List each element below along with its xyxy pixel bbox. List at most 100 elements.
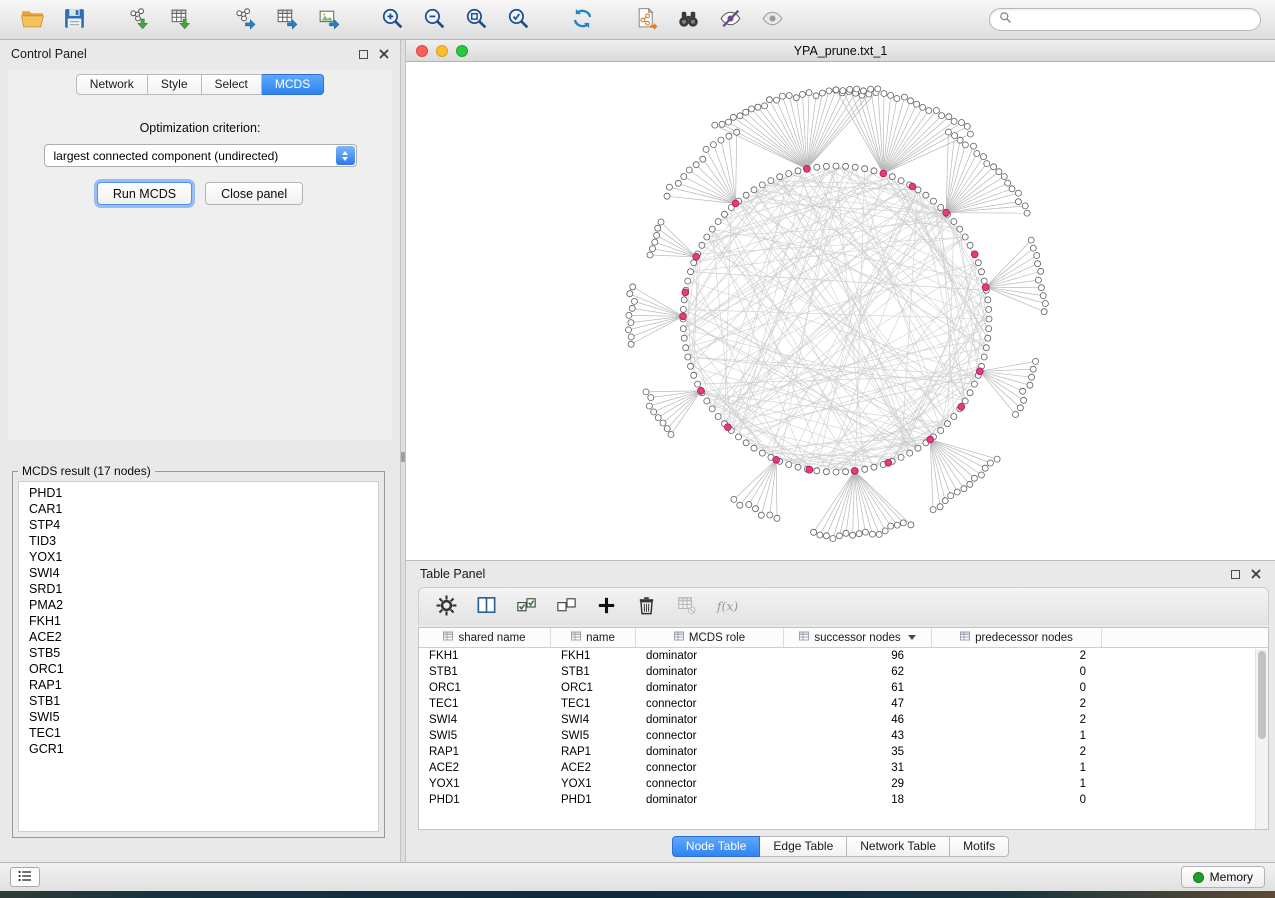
close-table-panel-icon[interactable] [1251, 569, 1261, 579]
mcds-result-item[interactable]: STB1 [19, 693, 378, 709]
table-cell: 2 [932, 650, 1102, 662]
tab-network[interactable]: Network [76, 74, 148, 95]
table-row[interactable]: YOX1YOX1connector291 [419, 776, 1268, 792]
mcds-result-item[interactable]: SWI4 [19, 565, 378, 581]
mcds-result-item[interactable]: RAP1 [19, 677, 378, 693]
table-row[interactable]: PHD1PHD1dominator180 [419, 792, 1268, 808]
table-row[interactable]: RAP1RAP1dominator352 [419, 744, 1268, 760]
table-scrollbar[interactable] [1255, 649, 1268, 829]
zoom-in-button[interactable] [374, 4, 410, 36]
window-close-button[interactable] [416, 45, 428, 57]
search-input[interactable] [1017, 12, 1251, 28]
mcds-result-item[interactable]: GCR1 [19, 741, 378, 757]
mcds-result-item[interactable]: SRD1 [19, 581, 378, 597]
settings-button[interactable] [431, 592, 461, 622]
export-table-button[interactable] [268, 4, 304, 36]
mcds-result-item[interactable]: FKH1 [19, 613, 378, 629]
tab-select[interactable]: Select [202, 74, 262, 95]
tab-motifs[interactable]: Motifs [950, 836, 1009, 857]
eye-button[interactable] [754, 4, 790, 36]
table-row[interactable]: FKH1FKH1dominator962 [419, 648, 1268, 664]
mcds-result-item[interactable]: TID3 [19, 533, 378, 549]
column-header-MCDS-role[interactable]: MCDS role [636, 628, 784, 647]
window-traffic-lights [416, 45, 468, 57]
tab-network-table[interactable]: Network Table [847, 836, 950, 857]
refresh-button[interactable] [564, 4, 600, 36]
zoom-fit-button[interactable] [458, 4, 494, 36]
splitter-handle-icon[interactable] [401, 452, 405, 462]
table-cell: 18 [784, 794, 932, 806]
mcds-result-item[interactable]: ACE2 [19, 629, 378, 645]
import-table-button[interactable] [162, 4, 198, 36]
table-cell: 0 [932, 794, 1102, 806]
mcds-result-item[interactable]: STP4 [19, 517, 378, 533]
import-network-button[interactable] [120, 4, 156, 36]
table-cell: SWI4 [419, 714, 551, 726]
table-row[interactable]: ACE2ACE2connector311 [419, 760, 1268, 776]
optimization-criterion-select[interactable]: largest connected component (undirected) [44, 144, 357, 167]
mcds-result-item[interactable]: PHD1 [19, 485, 378, 501]
close-panel-button[interactable]: Close panel [205, 182, 303, 205]
import-disabled-button[interactable] [671, 592, 701, 622]
mcds-result-item[interactable]: CAR1 [19, 501, 378, 517]
column-header-successor-nodes[interactable]: successor nodes [784, 628, 932, 647]
svg-text:f(x): f(x) [715, 598, 737, 613]
tab-node-table[interactable]: Node Table [672, 836, 761, 857]
window-minimize-button[interactable] [436, 45, 448, 57]
tab-style[interactable]: Style [148, 74, 202, 95]
table-cell: 43 [784, 730, 932, 742]
mcds-result-item[interactable]: PMA2 [19, 597, 378, 613]
float-table-panel-icon[interactable] [1231, 570, 1240, 579]
mcds-result-item[interactable]: YOX1 [19, 549, 378, 565]
clone-network-button[interactable] [628, 4, 664, 36]
open-folder-button[interactable] [14, 4, 50, 36]
select-all-button[interactable] [511, 592, 541, 622]
mcds-result-group: MCDS result (17 nodes) PHD1CAR1STP4TID3Y… [12, 464, 385, 838]
table-row[interactable]: SWI5SWI5connector431 [419, 728, 1268, 744]
network-window-titlebar[interactable]: YPA_prune.txt_1 [406, 40, 1275, 62]
import-disabled-icon [675, 594, 698, 620]
import-network-icon [126, 6, 151, 34]
zoom-selected-button[interactable] [500, 4, 536, 36]
eye-slash-button[interactable] [712, 4, 748, 36]
show-column-button[interactable] [471, 592, 501, 622]
show-column-icon [475, 594, 498, 620]
export-network-button[interactable] [226, 4, 262, 36]
column-header-shared-name[interactable]: shared name [419, 628, 551, 647]
tab-edge-table[interactable]: Edge Table [760, 836, 847, 857]
save-button[interactable] [56, 4, 92, 36]
main-toolbar [0, 0, 1275, 40]
fx-button[interactable]: f(x) [711, 592, 741, 622]
memory-button[interactable]: Memory [1181, 866, 1265, 888]
mcds-result-item[interactable]: TEC1 [19, 725, 378, 741]
mcds-result-item[interactable]: STB5 [19, 645, 378, 661]
table-row[interactable]: SWI4SWI4dominator462 [419, 712, 1268, 728]
table-cell: dominator [636, 650, 784, 662]
close-control-panel-icon[interactable] [379, 49, 389, 59]
tab-mcds[interactable]: MCDS [262, 74, 324, 95]
deselect-all-button[interactable] [551, 592, 581, 622]
add-row-button[interactable] [591, 592, 621, 622]
table-row[interactable]: STB1STB1dominator620 [419, 664, 1268, 680]
float-control-panel-icon[interactable] [359, 50, 368, 59]
column-header-predecessor-nodes[interactable]: predecessor nodes [932, 628, 1102, 647]
table-cell: connector [636, 778, 784, 790]
zoom-out-button[interactable] [416, 4, 452, 36]
search-box[interactable] [989, 8, 1261, 31]
table-row[interactable]: TEC1TEC1connector472 [419, 696, 1268, 712]
panel-selector-button[interactable] [10, 867, 40, 887]
export-image-button[interactable] [310, 4, 346, 36]
column-type-icon [674, 631, 684, 644]
table-tabs: Node TableEdge TableNetwork TableMotifs [406, 836, 1275, 857]
network-canvas[interactable] [406, 62, 1275, 560]
scrollbar-thumb[interactable] [1258, 651, 1266, 739]
run-mcds-button[interactable]: Run MCDS [97, 182, 192, 205]
binoculars-button[interactable] [670, 4, 706, 36]
column-header-name[interactable]: name [551, 628, 636, 647]
delete-row-button[interactable] [631, 592, 661, 622]
mcds-result-item[interactable]: SWI5 [19, 709, 378, 725]
window-zoom-button[interactable] [456, 45, 468, 57]
add-row-icon [595, 594, 618, 620]
table-row[interactable]: ORC1ORC1dominator610 [419, 680, 1268, 696]
mcds-result-item[interactable]: ORC1 [19, 661, 378, 677]
